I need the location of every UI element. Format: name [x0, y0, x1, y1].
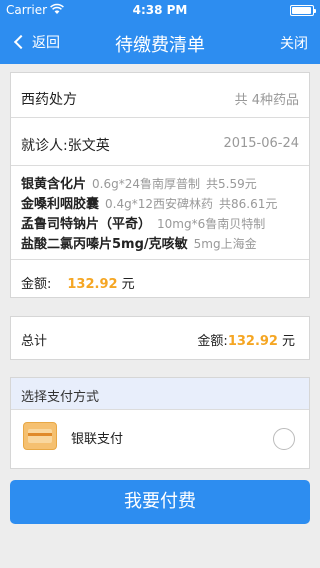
payment-method-label: 银联支付	[71, 432, 124, 447]
amount-unit: 元	[121, 277, 135, 292]
total-label: 总计	[21, 334, 48, 349]
total-amount-value: 132.92	[227, 334, 278, 349]
battery-icon	[290, 5, 316, 16]
nav-bar: 返回 待缴费清单 关闭	[0, 20, 320, 64]
drug-item: 盐酸二氯丙嗪片5mg/克咳敏 5mg上海金	[21, 233, 307, 253]
drug-count: 共 4种药品	[234, 93, 299, 108]
divider	[11, 165, 309, 166]
amount-row: 金额: 132.92 元	[21, 273, 135, 292]
payment-option-unionpay[interactable]: 银联支付	[11, 410, 309, 468]
drug-total: 共86.61元	[219, 197, 278, 211]
drug-total: 共5.59元	[206, 177, 257, 191]
close-button[interactable]: 关闭	[280, 33, 308, 53]
back-label: 返回	[32, 35, 60, 51]
back-button[interactable]: 返回	[12, 32, 60, 52]
drug-name: 银黄含化片	[21, 177, 87, 192]
divider	[11, 117, 309, 118]
pay-button[interactable]: 我要付费	[10, 480, 310, 524]
drug-spec: 5mg上海金	[193, 237, 257, 251]
drug-spec: 0.6g*24鲁南厚普制	[92, 177, 200, 191]
total-amount: 金额:132.92 元	[197, 330, 295, 349]
drug-item: 银黄含化片 0.6g*24鲁南厚普制 共5.59元	[21, 173, 307, 193]
total-card: 总计 金额:132.92 元	[10, 316, 310, 360]
payment-header-label: 选择支付方式	[21, 390, 100, 405]
drug-item: 金嗓利咽胶囊 0.4g*12西安碑林药 共86.61元	[21, 193, 307, 213]
payment-radio[interactable]	[273, 428, 295, 450]
prescription-title: 西药处方	[21, 92, 77, 108]
chevron-left-icon	[13, 34, 29, 50]
patient-name: 就诊人:张文英	[21, 138, 110, 154]
status-bar: Carrier 4:38 PM	[0, 0, 320, 20]
drug-name: 金嗓利咽胶囊	[21, 197, 100, 212]
divider	[11, 259, 309, 260]
drug-item: 孟鲁司特钠片（平奇） 10mg*6鲁南贝特制	[21, 213, 307, 233]
drug-spec: 0.4g*12西安碑林药	[105, 197, 213, 211]
unionpay-card-icon	[23, 422, 57, 450]
drug-name: 孟鲁司特钠片（平奇）	[21, 217, 152, 232]
visit-date: 2015-06-24	[223, 136, 299, 151]
amount-label: 金额:	[21, 277, 52, 292]
total-amount-unit: 元	[281, 334, 295, 349]
clock: 4:38 PM	[132, 3, 188, 17]
amount-value: 132.92	[67, 277, 118, 292]
drug-name: 盐酸二氯丙嗪片5mg/克咳敏	[21, 237, 188, 252]
payment-card: 选择支付方式 银联支付	[10, 377, 310, 469]
prescription-card: 西药处方 共 4种药品 就诊人:张文英 2015-06-24 银黄含化片 0.6g…	[10, 72, 310, 298]
payment-header: 选择支付方式	[11, 378, 309, 410]
drug-spec: 10mg*6鲁南贝特制	[157, 217, 266, 231]
total-amount-prefix: 金额:	[197, 334, 228, 349]
